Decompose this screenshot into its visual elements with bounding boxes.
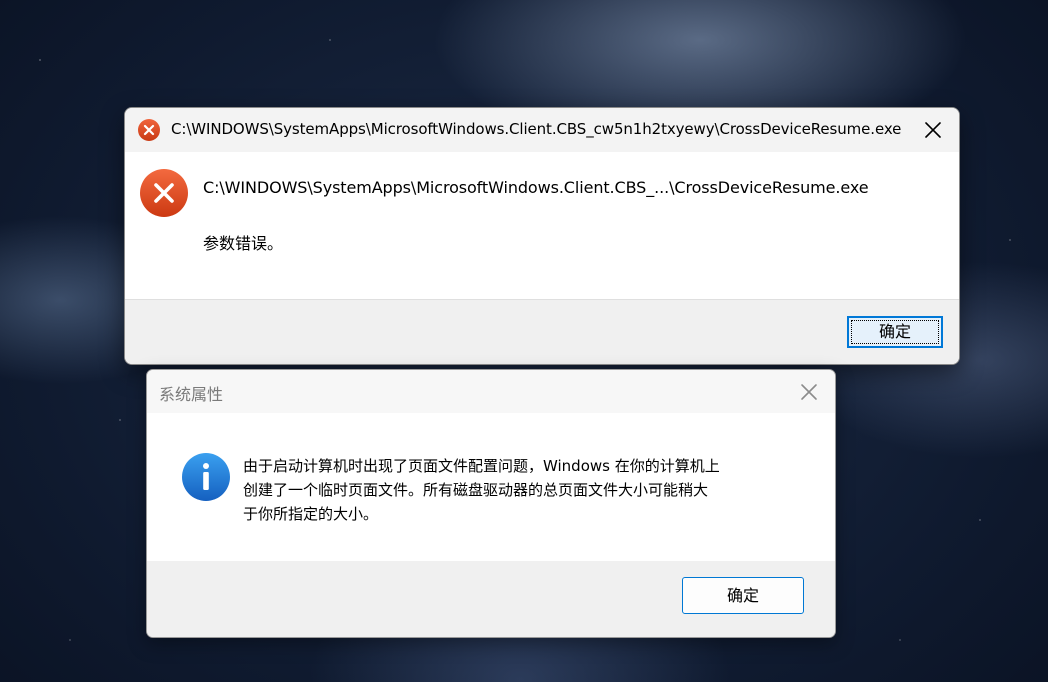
error-dialog-titlebar[interactable]: C:\WINDOWS\SystemApps\MicrosoftWindows.C… (125, 108, 959, 152)
system-properties-message: 由于启动计算机时出现了页面文件配置问题，Windows 在你的计算机上 创建了一… (243, 454, 803, 526)
close-icon[interactable] (919, 116, 947, 144)
system-properties-dialog: 系统属性 由于启动计算机时出现了页面文件配置问题，Windows 在你的计算机上… (146, 369, 836, 638)
ok-button[interactable]: 确定 (847, 316, 943, 348)
error-dialog: C:\WINDOWS\SystemApps\MicrosoftWindows.C… (124, 107, 960, 365)
error-icon (138, 119, 160, 141)
error-dialog-title: C:\WINDOWS\SystemApps\MicrosoftWindows.C… (171, 120, 902, 138)
message-line: 创建了一个临时页面文件。所有磁盘驱动器的总页面文件大小可能稍大 (243, 481, 709, 499)
error-message-text: 参数错误。 (203, 234, 284, 253)
message-line: 由于启动计算机时出现了页面文件配置问题，Windows 在你的计算机上 (243, 457, 720, 475)
error-dialog-footer: 确定 (125, 299, 959, 364)
ok-button[interactable]: 确定 (682, 577, 804, 614)
message-line: 于你所指定的大小。 (243, 505, 379, 523)
system-properties-footer: 确定 (147, 561, 835, 637)
error-message-path: C:\WINDOWS\SystemApps\MicrosoftWindows.C… (203, 178, 869, 197)
system-properties-title: 系统属性 (159, 385, 224, 404)
close-icon[interactable] (795, 378, 823, 406)
info-icon (182, 453, 230, 501)
error-icon (140, 169, 188, 217)
system-properties-titlebar[interactable]: 系统属性 (147, 370, 835, 413)
